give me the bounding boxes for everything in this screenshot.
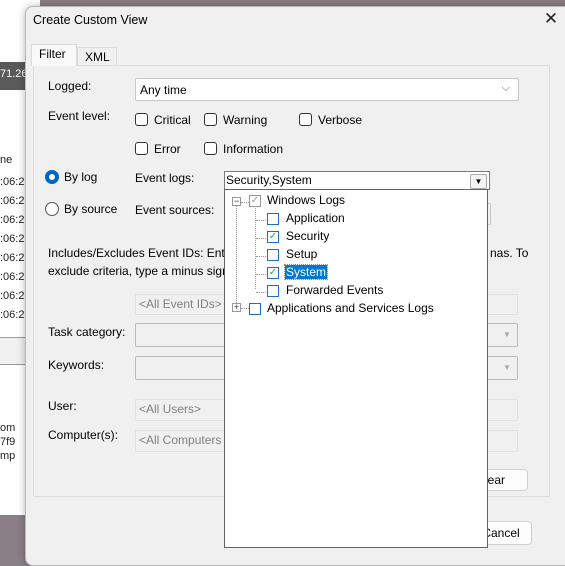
tree-label: Forwarded Events — [286, 283, 384, 297]
collapse-icon[interactable]: − — [232, 197, 241, 206]
event-logs-tree: − ✓ Windows Logs Application ✓ Security … — [224, 189, 488, 548]
background-detail: 7f9 — [0, 436, 16, 448]
background-column-header: ne — [0, 154, 13, 166]
logged-label: Logged: — [48, 79, 92, 93]
computers-label: Computer(s): — [48, 428, 119, 442]
logged-dropdown[interactable]: Any time ⌵ — [135, 78, 519, 101]
background-detail: om — [0, 422, 16, 434]
by-log-radio[interactable] — [45, 170, 59, 184]
dropdown-arrow-icon: ▼ — [503, 363, 511, 372]
information-checkbox[interactable] — [204, 142, 217, 155]
background-header-value: 71.26 — [0, 68, 28, 80]
logged-value: Any time — [140, 83, 187, 97]
warning-checkbox[interactable] — [204, 113, 217, 126]
by-source-label: By source — [64, 202, 118, 216]
dropdown-arrow-icon: ▼ — [503, 330, 511, 339]
background-cell: :06:2 — [0, 271, 25, 283]
by-log-label: By log — [64, 170, 98, 184]
checkbox[interactable] — [267, 213, 279, 225]
background-cell: :06:2 — [0, 252, 25, 264]
warning-label: Warning — [223, 113, 268, 127]
partial-check-icon[interactable]: ✓ — [249, 195, 261, 207]
check-icon[interactable]: ✓ — [267, 267, 279, 279]
tab-xml[interactable]: XML — [77, 47, 117, 67]
error-label: Error — [154, 142, 181, 156]
critical-label: Critical — [154, 113, 191, 127]
dropdown-arrow-icon[interactable]: ▼ — [470, 174, 487, 189]
checkbox[interactable] — [267, 285, 279, 297]
critical-checkbox[interactable] — [135, 113, 148, 126]
tree-label: Windows Logs — [267, 193, 346, 207]
event-logs-value: Security,System — [226, 173, 312, 187]
event-logs-label: Event logs: — [135, 171, 195, 185]
task-category-label: Task category: — [48, 325, 126, 339]
tree-label: Applications and Services Logs — [267, 301, 434, 315]
event-ids-help: Includes/Excludes Event IDs: Ente — [48, 246, 232, 260]
background-cell: :06:2 — [0, 290, 25, 302]
background-cell: :06:2 — [0, 214, 25, 226]
background-detail: mp — [0, 450, 16, 462]
background-cell: :06:2 — [0, 233, 25, 245]
tree-label: Setup — [286, 247, 318, 261]
event-ids-help-line2: exclude criteria, type a minus sigr — [48, 264, 227, 278]
close-icon[interactable]: ✕ — [541, 9, 561, 29]
error-checkbox[interactable] — [135, 142, 148, 155]
dialog-title: Create Custom View — [33, 13, 148, 27]
event-logs-dropdown[interactable]: Security,System ▼ — [224, 171, 490, 190]
tab-filter[interactable]: Filter — [31, 44, 77, 66]
expand-icon[interactable]: + — [232, 303, 241, 312]
information-label: Information — [223, 142, 284, 156]
keywords-label: Keywords: — [48, 358, 105, 372]
event-sources-label: Event sources: — [135, 203, 215, 217]
tree-label: Application — [286, 211, 345, 225]
user-label: User: — [48, 399, 77, 413]
event-level-label: Event level: — [48, 109, 111, 123]
check-icon[interactable]: ✓ — [267, 231, 279, 243]
tree-label: Security — [286, 229, 330, 243]
background-cell: :06:2 — [0, 176, 25, 188]
background-cell: :06:2 — [0, 309, 25, 321]
verbose-label: Verbose — [318, 113, 363, 127]
checkbox[interactable] — [267, 249, 279, 261]
by-source-radio[interactable] — [45, 202, 59, 216]
checkbox[interactable] — [249, 303, 261, 315]
event-ids-help-end: nas. To — [490, 246, 529, 260]
chevron-down-icon: ⌵ — [501, 82, 510, 94]
background-cell: :06:2 — [0, 195, 25, 207]
tree-label: System — [283, 264, 329, 280]
verbose-checkbox[interactable] — [299, 113, 312, 126]
